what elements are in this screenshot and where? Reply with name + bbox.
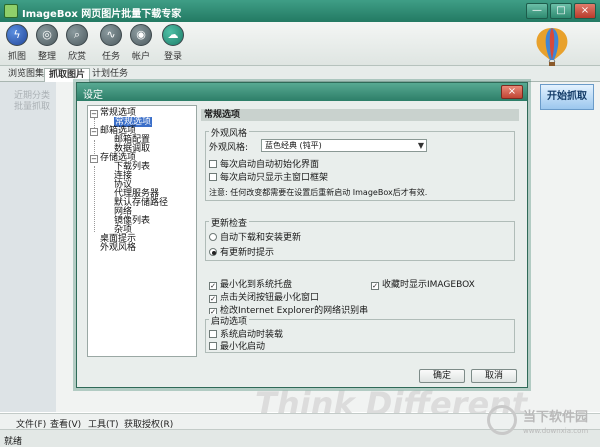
tab-scheduled-tasks[interactable]: 计划任务 (88, 68, 132, 82)
maximize-button[interactable]: □ (550, 3, 572, 19)
appearance-select-value: 蓝色经典 (钝平) (265, 141, 322, 150)
ok-button[interactable]: 确定 (419, 369, 465, 383)
checkbox-label: 点击关闭按钮最小化窗口 (220, 293, 320, 303)
dialog-title: 设定 (83, 90, 103, 101)
tab-capture-images[interactable]: 抓取图片 (44, 68, 91, 82)
checkbox-label: 最小化启动 (220, 342, 266, 352)
checkbox-box: ✓ (371, 282, 379, 290)
toolbar-tasks-button[interactable]: ∿ 任务 (98, 24, 124, 62)
update-group-title: 更新检查 (209, 216, 250, 229)
tree-node-appearance[interactable]: 外观风格 (100, 243, 136, 253)
close-button[interactable]: × (574, 3, 596, 19)
radio-dot (209, 248, 217, 256)
disc-icon: ◎ (36, 24, 58, 46)
toolbar-label: 抓图 (7, 52, 26, 62)
toolbar-label: 任务 (101, 52, 120, 62)
checkbox-box (209, 342, 217, 350)
checkbox-label: 收藏时显示IMAGEBOX (382, 280, 475, 290)
checkbox-label: 每次启动自动初始化界面 (220, 160, 320, 170)
auto-update-radio[interactable]: 自动下载和安装更新 (209, 230, 301, 243)
main-frame-only-checkbox[interactable]: 每次启动只显示主窗口框架 (209, 170, 328, 183)
sidebar-batch-capture[interactable]: 批量抓取 (14, 99, 50, 112)
appearance-label: 外观风格: (209, 143, 249, 153)
site-watermark-url: www.downxia.com (523, 427, 589, 435)
checkbox-box (209, 160, 217, 168)
collapse-icon[interactable]: − (90, 155, 98, 163)
toolbar-label: 帐户 (131, 52, 150, 62)
dialog-titlebar: 设定 × (77, 83, 527, 101)
magnifier-icon: ⌕ (66, 24, 88, 46)
app-icon (4, 4, 18, 18)
toolbar-account-button[interactable]: ◉ 帐户 (128, 24, 154, 62)
toolbar-label: 整理 (37, 52, 56, 62)
collapse-icon[interactable]: − (90, 110, 98, 118)
show-imagebox-on-favorite-checkbox[interactable]: ✓ 收藏时显示IMAGEBOX (371, 277, 475, 290)
notify-update-radio[interactable]: 有更新时提示 (209, 245, 274, 258)
balloon-logo (536, 28, 568, 67)
toolbar-label: 欣赏 (67, 52, 86, 62)
checkbox-box (209, 173, 217, 181)
main-toolbar: ϟ 抓图 ◎ 整理 ⌕ 欣赏 ∿ 任务 ◉ 帐户 ☁ 登录 (0, 22, 600, 66)
startup-group-title: 启动选项 (209, 314, 250, 327)
settings-panel: 常规选项 外观风格 外观风格: 蓝色经典 (钝平) ▼ 每次启动自动初始化界面 … (201, 109, 519, 357)
left-panel: 近期分类 批量抓取 (0, 82, 56, 412)
chevron-down-icon: ▼ (417, 141, 424, 150)
checkbox-label: 最小化到系统托盘 (220, 280, 293, 290)
auto-init-ui-checkbox[interactable]: 每次启动自动初始化界面 (209, 157, 319, 170)
tab-browse-albums[interactable]: 浏览图集 (4, 68, 48, 82)
lightning-icon: ϟ (6, 24, 28, 46)
user-icon: ◉ (130, 24, 152, 46)
minimize-button[interactable]: — (526, 3, 548, 19)
site-logo-icon (487, 405, 517, 435)
settings-dialog: 设定 × − 常规选项 常规选项 − 邮箱选项 邮箱配置 数据调取 − 存储选项 下载… (76, 82, 528, 388)
checkbox-label: 每次启动只显示主窗口框架 (220, 173, 329, 183)
toolbar-organize-button[interactable]: ◎ 整理 (34, 24, 60, 62)
toolbar-login-button[interactable]: ☁ 登录 (160, 24, 186, 62)
wave-icon: ∿ (100, 24, 122, 46)
toolbar-view-button[interactable]: ⌕ 欣赏 (64, 24, 90, 62)
toolbar-capture-button[interactable]: ϟ 抓图 (4, 24, 30, 62)
site-watermark-logo: 当下软件园 www.downxia.com (487, 403, 597, 445)
radio-dot (209, 233, 217, 241)
start-minimized-checkbox[interactable]: 最小化启动 (209, 339, 265, 352)
close-minimizes-checkbox[interactable]: ✓ 点击关闭按钮最小化窗口 (209, 290, 319, 303)
collapse-icon[interactable]: − (90, 128, 98, 136)
panel-title: 常规选项 (201, 109, 519, 121)
status-text: 就绪 (4, 437, 23, 447)
checkbox-box (209, 330, 217, 338)
settings-tree: − 常规选项 常规选项 − 邮箱选项 邮箱配置 数据调取 − 存储选项 下载列表 连接… (87, 105, 197, 357)
cloud-upload-icon: ☁ (162, 24, 184, 46)
minimize-to-tray-checkbox[interactable]: ✓ 最小化到系统托盘 (209, 277, 292, 290)
restart-note: 注意: 任何改变都需要在设置后重新启动 ImageBox后才有效. (209, 188, 428, 197)
appearance-group-title: 外观风格 (209, 126, 250, 139)
appearance-select[interactable]: 蓝色经典 (钝平) ▼ (261, 139, 427, 152)
cancel-button[interactable]: 取消 (471, 369, 517, 383)
main-titlebar: ImageBox 网页图片批量下载专家 — □ × (0, 0, 600, 22)
app-title: ImageBox 网页图片批量下载专家 (22, 9, 182, 20)
toolbar-label: 登录 (163, 52, 182, 62)
radio-label: 自动下载和安装更新 (220, 233, 302, 243)
dialog-close-button[interactable]: × (501, 85, 523, 99)
main-tabs: 浏览图集 抓取图片 计划任务 (0, 66, 600, 82)
checkbox-box: ✓ (209, 295, 217, 303)
radio-label: 有更新时提示 (220, 248, 275, 258)
checkbox-box: ✓ (209, 282, 217, 290)
site-watermark-name: 当下软件园 (523, 410, 589, 425)
start-capture-button[interactable]: 开始抓取 (540, 84, 594, 110)
